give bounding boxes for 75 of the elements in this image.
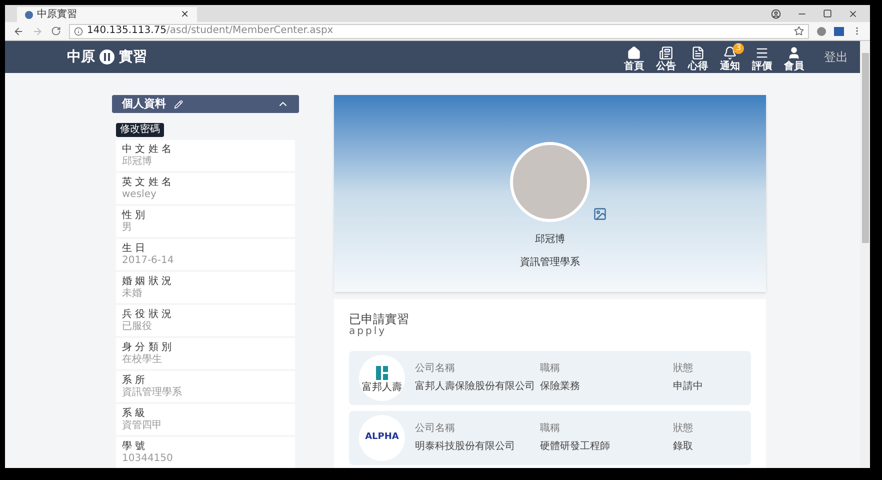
bell-icon bbox=[723, 46, 737, 60]
nav-item[interactable]: 首頁 bbox=[620, 42, 648, 72]
column-label: 狀態 bbox=[673, 424, 694, 434]
field-value: wesley bbox=[122, 189, 158, 201]
field-label: 兵 役 狀 況 bbox=[122, 308, 173, 321]
url-text: 140.135.113.75/asd/student/MemberCenter.aspx bbox=[87, 26, 334, 36]
section-subtitle: apply bbox=[349, 327, 388, 337]
logo-icon bbox=[99, 49, 115, 65]
status-text: 申請中 bbox=[673, 382, 704, 392]
department-name: 資訊管理學系 bbox=[520, 256, 580, 270]
field-value: 邱冠博 bbox=[122, 156, 153, 168]
field-label: 中 文 姓 名 bbox=[122, 143, 173, 156]
field-value: 10344150 bbox=[122, 453, 174, 465]
nav-item[interactable]: 會員 bbox=[780, 42, 808, 72]
field-label: 英 文 姓 名 bbox=[122, 176, 173, 189]
student-name: 邱冠博 bbox=[535, 232, 565, 247]
home-icon bbox=[627, 46, 641, 60]
tab-title: 中原實習 bbox=[37, 10, 78, 20]
close-icon[interactable] bbox=[848, 8, 858, 18]
site-icon bbox=[25, 10, 33, 18]
logo-text: 中原 bbox=[67, 48, 95, 66]
field-value: 已服役 bbox=[122, 321, 153, 333]
nav-item[interactable]: 通知 3 bbox=[716, 42, 744, 72]
image-icon[interactable] bbox=[593, 207, 607, 221]
maximize-icon[interactable] bbox=[823, 9, 832, 18]
profile-icon[interactable] bbox=[771, 8, 781, 18]
user-icon bbox=[787, 46, 801, 60]
logout-link[interactable]: 登出 bbox=[824, 48, 848, 66]
document-icon bbox=[691, 46, 705, 60]
field-label: 身 分 類 別 bbox=[122, 341, 173, 354]
nav-item[interactable]: 評價 bbox=[748, 42, 776, 72]
logo-caption: 富邦人壽 bbox=[362, 382, 402, 392]
menu-icon bbox=[755, 46, 769, 60]
column-label: 職稱 bbox=[540, 364, 561, 374]
info-icon bbox=[74, 26, 83, 36]
field-value: 資管四甲 bbox=[122, 420, 163, 432]
bookmark-star-icon[interactable] bbox=[794, 26, 804, 36]
nav-item[interactable]: 公告 bbox=[652, 42, 680, 72]
field-label: 系 級 bbox=[122, 407, 146, 420]
reload-icon[interactable] bbox=[51, 26, 61, 36]
notification-badge: 3 bbox=[733, 42, 744, 54]
company-logo: ALPHA bbox=[359, 415, 405, 461]
field-value: 2017-6-14 bbox=[122, 255, 175, 267]
section-title: 已申請實習 bbox=[349, 313, 410, 325]
browser-tab[interactable]: 中原實習 × bbox=[17, 7, 197, 22]
company-name: 富邦人壽保險股份有限公司 bbox=[415, 382, 536, 392]
tab-close[interactable]: × bbox=[180, 10, 189, 20]
newspaper-icon bbox=[659, 46, 673, 60]
tooltip: 修改密碼 bbox=[116, 123, 164, 137]
field-label: 系 所 bbox=[122, 374, 146, 386]
field-label: 性 別 bbox=[122, 209, 146, 222]
field-value: 未婚 bbox=[122, 288, 143, 300]
column-label: 公司名稱 bbox=[415, 364, 456, 374]
address-bar[interactable]: 140.135.113.75/asd/student/MemberCenter.aspx bbox=[69, 24, 809, 38]
position-title: 保險業務 bbox=[540, 382, 581, 392]
column-label: 職稱 bbox=[540, 424, 561, 434]
field-value: 男 bbox=[122, 222, 133, 234]
column-label: 狀態 bbox=[673, 364, 694, 374]
logo-text: 實習 bbox=[119, 48, 147, 66]
field-value: 資訊管理學系 bbox=[122, 387, 183, 399]
logo-mark-icon bbox=[373, 364, 391, 382]
position-title: 硬體研發工程師 bbox=[540, 442, 611, 452]
application-row[interactable]: 富邦人壽 公司名稱 職稱 狀態 富邦人壽保險股份有限公司 保險業務 申請中 bbox=[349, 351, 751, 405]
nav-item[interactable]: 心得 bbox=[684, 42, 712, 72]
panel-header[interactable]: 個人資料 bbox=[112, 95, 299, 113]
field-label: 學 號 bbox=[122, 440, 146, 453]
status-text: 錄取 bbox=[673, 442, 694, 452]
field-value: 在校學生 bbox=[122, 354, 163, 366]
column-label: 公司名稱 bbox=[415, 424, 456, 434]
back-icon[interactable] bbox=[13, 26, 24, 36]
edit-icon[interactable] bbox=[174, 100, 183, 108]
application-row[interactable]: ALPHA 公司名稱 職稱 狀態 明泰科技股份有限公司 硬體研發工程師 錄取 bbox=[349, 411, 751, 465]
company-name: 明泰科技股份有限公司 bbox=[415, 442, 516, 452]
field-label: 生 日 bbox=[122, 242, 146, 255]
field-label: 婚 姻 狀 況 bbox=[122, 275, 173, 288]
